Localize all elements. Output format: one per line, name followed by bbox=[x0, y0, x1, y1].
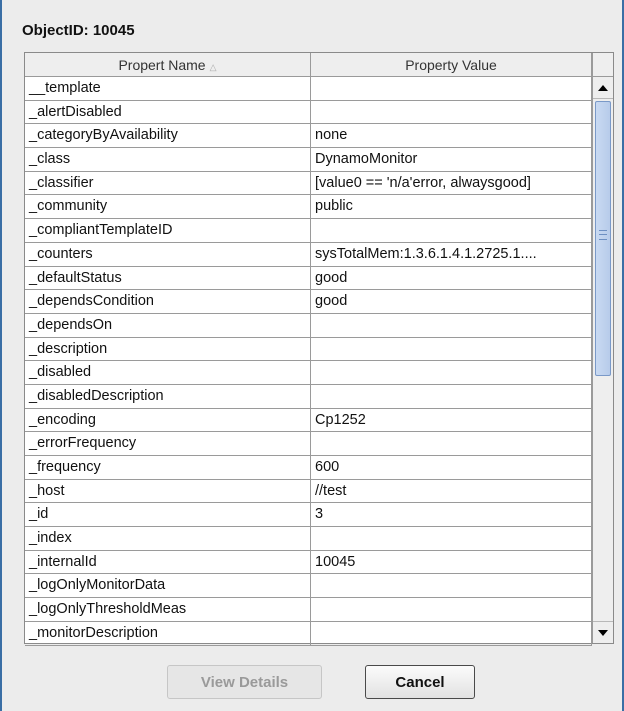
property-name-cell[interactable]: _logOnlyMonitorData bbox=[25, 574, 311, 598]
property-name-cell[interactable]: _counters bbox=[25, 242, 311, 266]
property-name-cell[interactable]: __template bbox=[25, 77, 311, 100]
table-row[interactable]: _monitorDescription bbox=[25, 621, 592, 646]
property-value-cell[interactable] bbox=[311, 361, 592, 384]
property-name-cell[interactable]: _frequency bbox=[25, 456, 311, 479]
property-name-cell[interactable]: _disabledDescription bbox=[25, 384, 311, 408]
property-value-cell[interactable] bbox=[311, 432, 592, 455]
table-row[interactable]: _community public bbox=[25, 195, 592, 220]
property-name-cell[interactable]: _monitorDescription bbox=[25, 621, 311, 645]
property-value-cell[interactable]: 600 bbox=[311, 456, 592, 479]
table-row[interactable]: _alertDisabled bbox=[25, 100, 592, 125]
property-value-cell[interactable]: DynamoMonitor bbox=[311, 148, 592, 171]
property-value-cell[interactable] bbox=[311, 621, 592, 645]
table-row[interactable]: _logOnlyMonitorData bbox=[25, 574, 592, 599]
arrow-up-icon bbox=[598, 84, 608, 91]
property-value-cell[interactable] bbox=[311, 337, 592, 361]
property-value-cell[interactable]: public bbox=[311, 195, 592, 219]
table-row[interactable]: _host//test bbox=[25, 479, 592, 504]
table-row[interactable]: _class DynamoMonitor bbox=[25, 148, 592, 172]
table-row[interactable]: _id 3 bbox=[25, 503, 592, 528]
property-value-cell[interactable] bbox=[311, 77, 592, 100]
table-row[interactable]: _errorFrequency bbox=[25, 432, 592, 456]
property-value-cell[interactable] bbox=[311, 527, 592, 550]
table-row[interactable]: _index bbox=[25, 527, 592, 551]
property-name-cell[interactable]: _categoryByAvailability bbox=[25, 124, 311, 148]
property-value-cell[interactable] bbox=[311, 384, 592, 408]
property-value-cell[interactable]: 3 bbox=[311, 503, 592, 527]
property-value-cell[interactable]: none bbox=[311, 124, 592, 148]
scroll-down-button[interactable] bbox=[593, 621, 613, 643]
table-row[interactable]: _internalId 10045 bbox=[25, 550, 592, 575]
table-row[interactable]: _dependsCondition good bbox=[25, 290, 592, 314]
property-name-cell[interactable]: _community bbox=[25, 195, 311, 219]
table-row[interactable]: _compliantTemplateID bbox=[25, 219, 592, 243]
property-name-cell[interactable]: _dependsCondition bbox=[25, 290, 311, 313]
property-name-cell[interactable]: _index bbox=[25, 527, 311, 550]
table-row[interactable]: _dependsOn bbox=[25, 313, 592, 338]
table-header: Propert Name △ Property Value bbox=[25, 53, 592, 77]
table-row[interactable]: _disabled bbox=[25, 361, 592, 385]
properties-table: Propert Name △ Property Value __template _… bbox=[24, 52, 614, 646]
column-header-label: Propert Name bbox=[118, 57, 206, 73]
property-value-cell[interactable] bbox=[311, 219, 592, 242]
grip-icon bbox=[599, 230, 607, 240]
property-value-cell[interactable]: //test bbox=[311, 479, 592, 503]
dialog-window: ObjectID: 10045 Propert Name △ Property V… bbox=[0, 0, 624, 711]
property-name-cell[interactable]: _id bbox=[25, 503, 311, 527]
property-name-cell[interactable]: _logOnlyThresholdMeas bbox=[25, 598, 311, 621]
property-value-cell[interactable]: good bbox=[311, 266, 592, 290]
property-name-cell[interactable]: _classifier bbox=[25, 171, 311, 195]
cancel-button[interactable]: Cancel bbox=[365, 665, 475, 699]
property-value-cell[interactable] bbox=[311, 598, 592, 621]
property-value-cell[interactable]: sysTotalMem:1.3.6.1.4.1.2725.1.... bbox=[311, 242, 592, 266]
property-value-cell[interactable] bbox=[311, 100, 592, 124]
property-value-cell[interactable]: Cp1252 bbox=[311, 408, 592, 432]
table-row[interactable]: _description bbox=[25, 337, 592, 362]
table-corner bbox=[592, 53, 613, 77]
scrollbar-thumb[interactable] bbox=[595, 101, 611, 376]
table-row[interactable]: _disabledDescription bbox=[25, 384, 592, 409]
table-row[interactable]: __template bbox=[25, 77, 592, 101]
property-name-cell[interactable]: _compliantTemplateID bbox=[25, 219, 311, 242]
property-value-cell[interactable]: 10045 bbox=[311, 550, 592, 574]
table-row[interactable]: _frequency 600 bbox=[25, 456, 592, 480]
dialog-title: ObjectID: 10045 bbox=[22, 22, 135, 39]
table-row[interactable]: _classifier [value0 == 'n/a'error, always… bbox=[25, 171, 592, 196]
property-name-cell[interactable]: _disabled bbox=[25, 361, 311, 384]
property-value-cell[interactable] bbox=[311, 313, 592, 337]
property-value-cell[interactable]: good bbox=[311, 290, 592, 313]
arrow-down-icon bbox=[598, 629, 608, 636]
table-row[interactable]: _defaultStatus good bbox=[25, 266, 592, 291]
property-name-cell[interactable]: _defaultStatus bbox=[25, 266, 311, 290]
table-row[interactable]: _categoryByAvailability none bbox=[25, 124, 592, 149]
property-name-cell[interactable]: _errorFrequency bbox=[25, 432, 311, 455]
table-row[interactable]: _logOnlyThresholdMeas bbox=[25, 598, 592, 622]
property-name-cell[interactable]: _description bbox=[25, 337, 311, 361]
property-value-cell[interactable] bbox=[311, 574, 592, 598]
column-header-label: Property Value bbox=[405, 57, 497, 73]
vertical-scrollbar[interactable] bbox=[592, 77, 613, 643]
property-value-cell[interactable]: [value0 == 'n/a'error, alwaysgood] bbox=[311, 171, 592, 195]
column-header-property-name[interactable]: Propert Name △ bbox=[25, 53, 311, 76]
property-name-cell[interactable]: _internalId bbox=[25, 550, 311, 574]
property-name-cell[interactable]: _dependsOn bbox=[25, 313, 311, 337]
table-row[interactable]: _counters sysTotalMem:1.3.6.1.4.1.2725.1.… bbox=[25, 242, 592, 267]
view-details-button[interactable]: View Details bbox=[167, 665, 322, 699]
sort-ascending-icon: △ bbox=[209, 62, 217, 72]
property-name-cell[interactable]: _encoding bbox=[25, 408, 311, 432]
scroll-up-button[interactable] bbox=[593, 77, 613, 99]
property-name-cell[interactable]: _host bbox=[25, 479, 311, 503]
column-header-property-value[interactable]: Property Value bbox=[311, 53, 592, 76]
table-body: __template _alertDisabled _categoryByAvail… bbox=[25, 77, 592, 646]
property-name-cell[interactable]: _class bbox=[25, 148, 311, 171]
table-row[interactable]: _encoding Cp1252 bbox=[25, 408, 592, 433]
property-name-cell[interactable]: _alertDisabled bbox=[25, 100, 311, 124]
